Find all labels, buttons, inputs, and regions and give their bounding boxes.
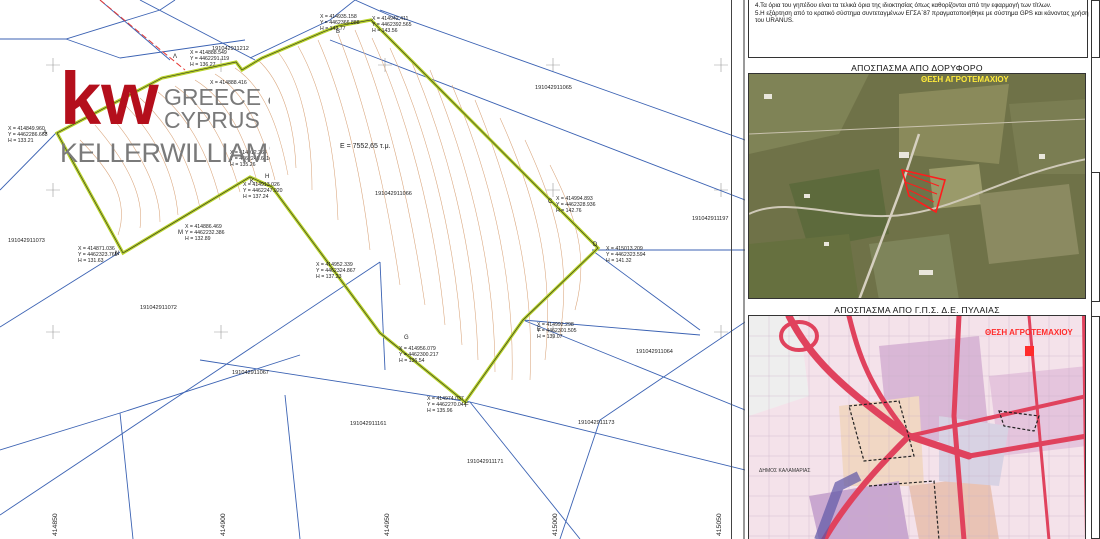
kaek-label: 191042911067 [232, 370, 269, 376]
svg-text:H = 135.96: H = 135.96 [427, 408, 453, 414]
svg-text:H = 136.54: H = 136.54 [399, 358, 425, 364]
svg-text:Λ: Λ [173, 54, 177, 60]
svg-text:H = 143.56: H = 143.56 [372, 28, 398, 34]
svg-text:K: K [250, 179, 254, 185]
svg-text:G: G [404, 335, 409, 341]
svg-text:ΔΗΜΟΣ ΚΑΛΑΜΑΡΙΑΣ: ΔΗΜΟΣ ΚΑΛΑΜΑΡΙΑΣ [759, 468, 810, 474]
note-line: 5.Η εξάρτηση από το κρατικό σύστημα συντ… [755, 9, 1089, 17]
right-panel-box [1091, 0, 1100, 58]
svg-text:H = 132.89: H = 132.89 [185, 236, 211, 242]
svg-text:D: D [593, 242, 598, 248]
x-tick: 414900 [220, 513, 227, 536]
kw-logo-icon: kw GREECE & CYPRUS KELLERWILLIAMS [60, 57, 286, 168]
x-tick: 415050 [716, 513, 723, 536]
zoning-map: ΔΗΜΟΣ ΚΑΛΑΜΑΡΙΑΣ ΘΕΣΗ ΑΓΡΟΤΕΜΑΧΙΟΥ [748, 315, 1086, 539]
gps-section-title: ΑΠΟΣΠΑΣΜΑ ΑΠΟ Γ.Π.Σ. Δ.Ε. ΠΥΛΑΙΑΣ [834, 305, 1000, 315]
kaek-label: 191042911066 [375, 191, 412, 197]
svg-text:H = 139.07: H = 139.07 [537, 334, 563, 340]
area-label: Ε = 7552,65 τ.μ. [340, 143, 391, 150]
plot-marker-icon [1025, 346, 1034, 356]
svg-text:H = 143.77: H = 143.77 [320, 26, 346, 32]
gps-plot-label: ΘΕΣΗ ΑΓΡΟΤΕΜΑΧΙΟΥ [985, 328, 1073, 337]
right-panel-box [1091, 172, 1100, 302]
kaek-label: 191042911173 [578, 420, 615, 426]
svg-text:H: H [265, 174, 269, 180]
note-line: του URANUS. [755, 17, 794, 24]
svg-text:F: F [465, 403, 469, 409]
svg-text:E: E [537, 327, 541, 333]
svg-text:H = 141.32: H = 141.32 [606, 258, 632, 264]
kaek-label: 191042911072 [140, 305, 177, 311]
satellite-image: ΘΕΣΗ ΑΓΡΟΤΕΜΑΧΙΟΥ [748, 73, 1086, 299]
kaek-label: 191042911171 [467, 459, 504, 465]
right-panel-box [1091, 316, 1100, 539]
kaek-label: 191042911073 [8, 238, 45, 244]
company-logo: kw GREECE & CYPRUS KELLERWILLIAMS [60, 57, 286, 168]
svg-text:B: B [336, 29, 340, 35]
zoning-map-graphic: ΔΗΜΟΣ ΚΑΛΑΜΑΡΙΑΣ [749, 316, 1085, 539]
svg-text:kw: kw [60, 62, 159, 140]
svg-text:H = 131.63: H = 131.63 [78, 258, 104, 264]
svg-text:KELLERWILLIAMS: KELLERWILLIAMS [60, 138, 270, 167]
kaek-label: 191042911161 [350, 421, 387, 427]
svg-text:CYPRUS: CYPRUS [164, 107, 260, 133]
x-axis-ticks: 414850 414900 414950 415000 415050 [52, 513, 723, 536]
svg-text:N: N [115, 251, 119, 257]
kaek-label: 191042911065 [535, 85, 572, 91]
plan-frame-inner [731, 0, 732, 539]
kaek-label: 191042911197 [692, 216, 729, 222]
x-tick: 415000 [552, 513, 559, 536]
x-tick: 414850 [52, 513, 59, 536]
satellite-imagery [749, 74, 1085, 298]
kaek-label: 191042911064 [636, 349, 673, 355]
svg-text:H = 137.24: H = 137.24 [243, 194, 269, 200]
svg-text:M: M [178, 230, 183, 236]
kaek-label: 191042911212 [212, 46, 249, 52]
svg-text:H = 133.21: H = 133.21 [8, 138, 34, 144]
note-line: 4.Τα όρια του γηπέδου είναι τα τελικά όρ… [755, 2, 1052, 9]
satellite-plot-label: ΘΕΣΗ ΑΓΡΟΤΕΜΑΧΙΟΥ [921, 75, 1009, 84]
x-tick: 414950 [384, 513, 391, 536]
satellite-section-title: ΑΠΟΣΠΑΣΜΑ ΑΠΟ ΔΟΡΥΦΟΡΟ [851, 63, 983, 73]
notes-box: 4.Τα όρια του γηπέδου είναι τα τελικά όρ… [748, 0, 1089, 58]
svg-text:A: A [43, 130, 47, 136]
svg-text:H = 137.23: H = 137.23 [316, 274, 342, 280]
svg-text:C: C [548, 199, 553, 205]
svg-text:H = 142.76: H = 142.76 [556, 208, 582, 214]
